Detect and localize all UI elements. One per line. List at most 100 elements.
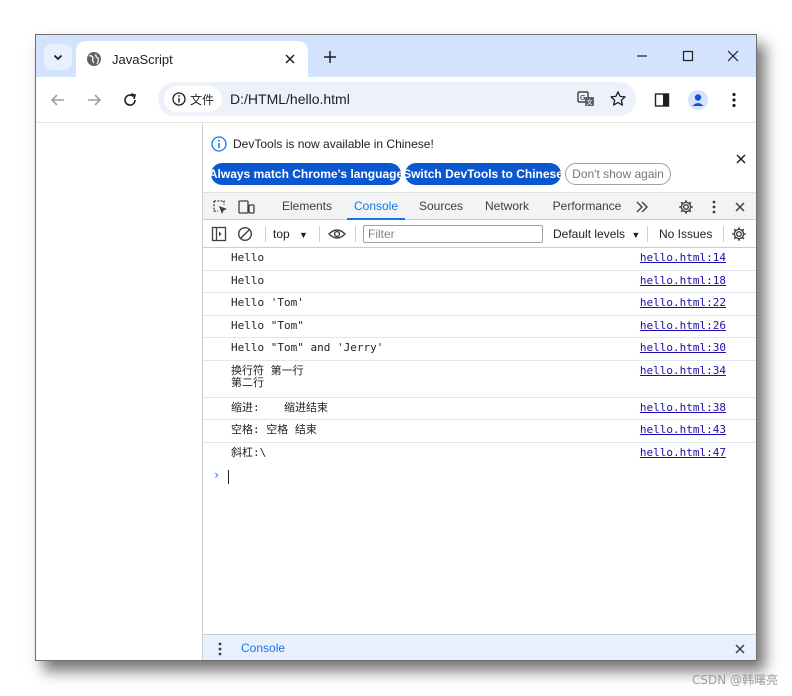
url-text[interactable]: D:/HTML/hello.html	[230, 91, 572, 107]
inspect-icon	[213, 200, 227, 214]
close-icon	[736, 154, 746, 164]
browser-tab[interactable]: JavaScript	[76, 41, 308, 77]
gear-icon	[732, 227, 746, 241]
devtools-drawer: Console	[203, 634, 756, 660]
sidebar-toggle-icon	[211, 226, 227, 242]
back-button[interactable]	[44, 86, 72, 114]
close-window-button[interactable]	[713, 43, 753, 69]
site-info-chip[interactable]: 文件	[164, 86, 223, 112]
issues-counter[interactable]: No Issues	[659, 220, 712, 248]
star-icon	[610, 91, 626, 106]
maximize-icon	[682, 50, 694, 62]
log-message: 缩进: 缩进结束	[231, 401, 328, 414]
console-log-row: 缩进: 缩进结束 hello.html:38	[203, 398, 756, 420]
match-language-button[interactable]: Always match Chrome's language	[209, 163, 403, 185]
forward-button[interactable]	[80, 86, 108, 114]
console-log-row: Hello hello.html:18	[203, 271, 756, 293]
chevron-down-icon	[53, 54, 63, 61]
device-toolbar-button[interactable]	[235, 196, 257, 218]
switch-to-chinese-button[interactable]: Switch DevTools to Chinese	[403, 163, 563, 185]
site-chip-label: 文件	[190, 92, 215, 107]
clear-icon	[237, 226, 253, 242]
tab-search-button[interactable]	[44, 44, 72, 70]
log-source-link[interactable]: hello.html:43	[640, 424, 726, 436]
infobar-close-button[interactable]	[732, 150, 750, 168]
double-chevron-right-icon	[636, 201, 648, 213]
console-filter-input[interactable]: Filter	[363, 225, 543, 243]
tab-close-button[interactable]	[278, 47, 302, 71]
infobar-message: DevTools is now available in Chinese!	[233, 137, 434, 151]
context-selector[interactable]: top ▼	[273, 220, 308, 248]
console-log-row: Hello "Tom" hello.html:26	[203, 316, 756, 338]
kebab-menu-icon	[712, 200, 716, 214]
console-log-row: 斜杠:\ hello.html:47	[203, 443, 756, 465]
drawer-tab-console[interactable]: Console	[239, 635, 287, 660]
console-output[interactable]: Hello hello.html:14 Hello hello.html:18 …	[203, 248, 756, 634]
chrome-menu-button[interactable]	[720, 86, 748, 114]
svg-text:文: 文	[587, 99, 593, 107]
page-viewport[interactable]	[36, 124, 202, 660]
dont-show-again-button[interactable]: Don't show again	[565, 163, 671, 185]
minimize-button[interactable]	[622, 43, 662, 69]
devtools-tab-bar: Elements Console Sources Network Perform…	[203, 192, 756, 220]
console-log-row: 换行符 第一行 第二行 hello.html:34	[203, 361, 756, 398]
translate-button[interactable]: G文	[572, 85, 600, 113]
console-sidebar-toggle[interactable]	[209, 224, 229, 244]
log-levels-dropdown[interactable]: Default levels ▼	[553, 220, 640, 248]
close-icon	[285, 54, 295, 64]
tab-title: JavaScript	[112, 51, 173, 67]
drawer-close-button[interactable]	[729, 638, 751, 660]
tab-network[interactable]: Network	[479, 193, 535, 220]
reload-button[interactable]	[116, 86, 144, 114]
log-source-link[interactable]: hello.html:34	[640, 365, 726, 377]
log-message: 空格: 空格 结束	[231, 423, 317, 436]
maximize-button[interactable]	[668, 43, 708, 69]
kebab-menu-icon	[218, 642, 222, 656]
devtools-panel: DevTools is now available in Chinese! Al…	[202, 124, 756, 660]
log-source-link[interactable]: hello.html:38	[640, 402, 726, 414]
log-message: Hello	[231, 274, 265, 287]
log-message: Hello "Tom"	[231, 319, 304, 332]
context-selector-value: top	[273, 227, 290, 241]
devtools-close-button[interactable]	[729, 196, 751, 218]
toolbar-divider	[647, 226, 648, 242]
log-source-link[interactable]: hello.html:22	[640, 297, 726, 309]
avatar-icon	[688, 90, 708, 110]
console-input-caret[interactable]	[228, 470, 229, 484]
console-settings-button[interactable]	[729, 224, 749, 244]
tab-console[interactable]: Console	[347, 193, 405, 220]
svg-text:G: G	[580, 94, 585, 102]
live-expression-button[interactable]	[327, 224, 347, 244]
toolbar-divider	[723, 226, 724, 242]
close-icon	[735, 202, 745, 212]
caret-down-icon: ▼	[299, 230, 308, 240]
side-panel-button[interactable]	[648, 86, 676, 114]
tab-sources[interactable]: Sources	[415, 193, 467, 220]
log-source-link[interactable]: hello.html:47	[640, 447, 726, 459]
log-source-link[interactable]: hello.html:14	[640, 252, 726, 264]
drawer-menu-button[interactable]	[209, 638, 231, 660]
close-icon	[735, 644, 745, 654]
log-source-link[interactable]: hello.html:26	[640, 320, 726, 332]
log-source-link[interactable]: hello.html:18	[640, 275, 726, 287]
clear-console-button[interactable]	[235, 224, 255, 244]
inspect-element-button[interactable]	[209, 196, 231, 218]
devtools-menu-button[interactable]	[703, 196, 725, 218]
arrow-left-icon	[50, 94, 64, 106]
more-tabs-button[interactable]	[631, 196, 653, 218]
bookmark-button[interactable]	[604, 85, 632, 113]
browser-window: JavaScript 文件 D:/HTML/hello.html G 文 Dev…	[35, 34, 757, 661]
info-icon	[172, 92, 186, 106]
address-bar[interactable]: 文件 D:/HTML/hello.html G文	[158, 82, 636, 116]
tab-performance[interactable]: Performance	[549, 193, 625, 220]
title-bar: JavaScript	[36, 35, 756, 77]
log-message: 斜杠:\	[231, 446, 267, 459]
devtools-settings-button[interactable]	[675, 196, 697, 218]
profile-button[interactable]	[684, 86, 712, 114]
log-message: 换行符 第一行 第二行	[231, 364, 304, 389]
tab-elements[interactable]: Elements	[279, 193, 335, 220]
watermark: CSDN @韩曙亮	[691, 673, 778, 687]
log-source-link[interactable]: hello.html:30	[640, 342, 726, 354]
new-tab-button[interactable]	[318, 45, 342, 69]
toolbar-divider	[355, 226, 356, 242]
